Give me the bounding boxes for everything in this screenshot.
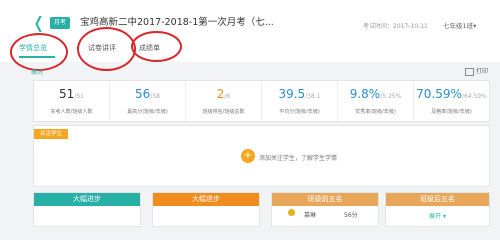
- stats-card: 51/51 实考人数/班级人数 56/58 最高分(班级/年级) 2/6 班级排…: [33, 80, 490, 122]
- stat-value: 9.8%: [349, 87, 381, 101]
- stat-sub: /5.25%: [380, 93, 402, 100]
- stat-max-score: 56/58 最高分(班级/年级): [110, 81, 186, 121]
- stat-label: 班级排名/班级总数: [202, 109, 245, 115]
- printer-icon: [465, 67, 474, 76]
- panel-top-five: 班级前五名 慕琳 56分: [271, 192, 379, 227]
- follow-students-tag: 关注学生: [34, 129, 69, 139]
- annotation-circle: [131, 31, 182, 62]
- overview-label: 概况: [31, 69, 44, 76]
- stat-value: 51: [59, 87, 75, 101]
- class-selector[interactable]: 七年级1班▾: [443, 20, 476, 30]
- stat-sub: /51: [74, 93, 84, 100]
- stat-label: 实考人数/班级人数: [50, 109, 93, 115]
- stat-sub: /38.1: [305, 93, 321, 100]
- add-icon[interactable]: +: [241, 149, 255, 163]
- expand-button[interactable]: 展开 ▾: [386, 211, 489, 220]
- stat-sub: /6: [224, 93, 231, 100]
- follow-students-hint[interactable]: 添加关注学生，了解学生学情: [259, 153, 337, 162]
- print-label: 打印: [476, 68, 489, 75]
- top-bar: ❬ 月考 宝鸡高新二中2017-2018-1第一次月考（七... 考试时间：20…: [0, 0, 500, 62]
- stat-sub: /58: [150, 93, 160, 100]
- stat-pass-rate: 70.59%/64.59% 及格率(班级/年级): [414, 81, 489, 121]
- stat-value: 39.5: [278, 87, 306, 101]
- panel-header: 大幅进步: [34, 193, 140, 206]
- panel-header: 班级后五名: [386, 193, 489, 206]
- panel-header: 班级前五名: [272, 193, 378, 206]
- follow-students-card: 关注学生 + 添加关注学生，了解学生学情: [33, 125, 490, 187]
- chevron-left-icon[interactable]: ❬: [32, 14, 46, 32]
- exam-time: 考试时间：2017-10-11: [363, 23, 428, 30]
- annotation-circle: [10, 33, 68, 71]
- stat-label: 平均分(班级/年级): [279, 109, 320, 115]
- stat-label: 最高分(班级/年级): [127, 109, 168, 115]
- student-name: 慕琳: [304, 212, 317, 219]
- stat-average: 39.5/38.1 平均分(班级/年级): [262, 81, 338, 121]
- panel-bottom-five: 班级后五名 展开 ▾: [385, 192, 490, 227]
- exam-type-badge: 月考: [50, 17, 71, 29]
- stat-class-rank: 2/6 班级排名/班级总数: [186, 81, 262, 121]
- student-score: 56分: [344, 212, 358, 219]
- stat-label: 及格率(班级/年级): [431, 109, 472, 115]
- panel-header: 大幅退步: [153, 193, 259, 206]
- stat-label: 优秀率(班级/年级): [355, 109, 396, 115]
- stat-value: 56: [135, 87, 151, 101]
- annotation-circle: [77, 27, 136, 71]
- panel-big-regress: 大幅退步: [152, 192, 260, 227]
- panel-big-progress: 大幅进步: [33, 192, 141, 227]
- stat-attendance: 51/51 实考人数/班级人数: [34, 81, 110, 121]
- medal-icon: [288, 209, 295, 216]
- stat-sub: /64.59%: [461, 93, 487, 100]
- stat-excellent-rate: 9.8%/5.25% 优秀率(班级/年级): [338, 81, 414, 121]
- stat-value: 70.59%: [416, 87, 462, 101]
- print-button[interactable]: 打印: [465, 66, 488, 76]
